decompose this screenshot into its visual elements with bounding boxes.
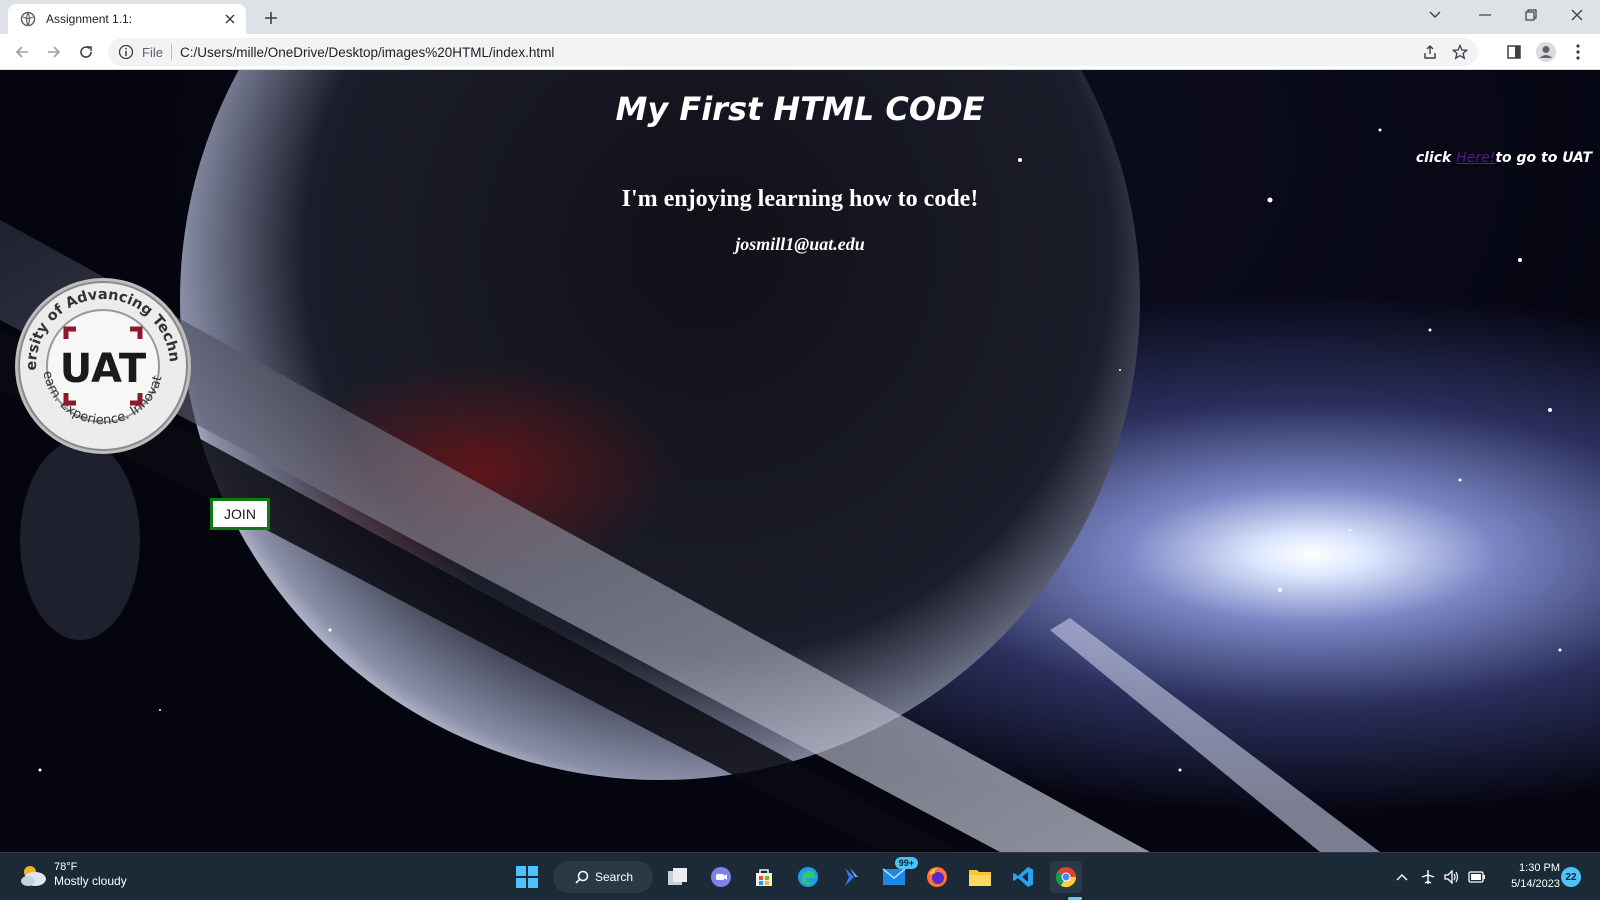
search-label: Search (595, 870, 634, 884)
omnibox-actions (1422, 43, 1469, 65)
uat-logo: University of Advancing Technology Learn… (14, 277, 191, 454)
cloudy-weather-icon (21, 865, 46, 886)
globe-icon (20, 11, 36, 27)
menu-kebab-icon[interactable] (1566, 40, 1590, 64)
back-arrow-icon[interactable] (10, 40, 34, 64)
tab-title: Assignment 1.1: (46, 12, 133, 26)
url-text[interactable]: C:/Users/mille/OneDrive/Desktop/images%2… (180, 45, 554, 60)
weather-description: Mostly cloudy (54, 874, 127, 888)
windows-taskbar: 78°F Mostly cloudy Search 99+ 1:30 PM 5/… (0, 852, 1600, 900)
forward-arrow-icon[interactable] (42, 40, 66, 64)
uat-here-link[interactable]: Here! (1456, 150, 1495, 166)
omnibox-divider (170, 44, 172, 60)
restore-button[interactable] (1508, 0, 1554, 30)
vscode-icon[interactable] (1007, 861, 1039, 893)
microsoft-store-icon[interactable] (748, 861, 780, 893)
firefox-icon[interactable] (921, 861, 953, 893)
info-icon[interactable] (118, 44, 134, 60)
logo-center-text: UAT (60, 346, 147, 392)
power-automate-icon[interactable] (835, 861, 867, 893)
volume-icon[interactable] (1442, 865, 1462, 889)
web-page-viewport: My First HTML CODE click Here!to go to U… (0, 70, 1600, 852)
system-clock[interactable]: 1:30 PM 5/14/2023 (1500, 862, 1560, 890)
share-icon[interactable] (1422, 44, 1438, 65)
notification-count-badge[interactable]: 22 (1561, 867, 1581, 887)
weather-widget[interactable]: 78°F Mostly cloudy (18, 861, 127, 888)
browser-tab[interactable]: Assignment 1.1: (8, 4, 246, 34)
uat-link-suffix: to go to UAT (1495, 150, 1592, 166)
side-panel-icon[interactable] (1502, 40, 1526, 64)
bookmark-star-icon[interactable] (1451, 43, 1469, 65)
search-icon (575, 870, 589, 884)
new-tab-button[interactable] (260, 7, 282, 29)
browser-toolbar: File C:/Users/mille/OneDrive/Desktop/ima… (0, 34, 1600, 70)
clock-date: 5/14/2023 (1511, 878, 1560, 890)
chrome-icon[interactable] (1050, 861, 1082, 893)
contact-email: josmill1@uat.edu (735, 234, 865, 254)
reload-icon[interactable] (74, 40, 98, 64)
weather-temperature: 78°F (54, 861, 78, 873)
page-title: My First HTML CODE (615, 90, 985, 128)
uat-link-line: click Here!to go to UAT (1416, 150, 1592, 166)
scheme-label: File (142, 44, 163, 60)
airplane-mode-icon[interactable] (1418, 865, 1438, 889)
windows-start-icon[interactable] (511, 861, 543, 893)
mail-badge: 99+ (894, 857, 918, 869)
profile-avatar-icon[interactable] (1534, 40, 1558, 64)
tab-search-chevron-icon[interactable] (1412, 0, 1458, 30)
clock-time: 1:30 PM (1519, 862, 1560, 874)
battery-icon[interactable] (1466, 865, 1488, 889)
file-explorer-icon[interactable] (964, 861, 996, 893)
teams-chat-icon[interactable] (705, 861, 737, 893)
close-tab-icon[interactable] (222, 11, 238, 27)
browser-tab-strip: Assignment 1.1: (0, 0, 1600, 34)
mail-icon[interactable]: 99+ (878, 857, 918, 893)
taskbar-search[interactable]: Search (553, 861, 653, 893)
page-subheading: I'm enjoying learning how to code! (621, 186, 979, 212)
show-hidden-icons-chevron-icon[interactable] (1392, 865, 1412, 889)
address-bar[interactable]: File C:/Users/mille/OneDrive/Desktop/ima… (108, 38, 1478, 66)
uat-link-prefix: click (1415, 150, 1457, 166)
join-button[interactable]: JOIN (210, 498, 270, 530)
close-window-button[interactable] (1554, 0, 1600, 30)
task-view-icon[interactable] (662, 861, 694, 893)
edge-browser-icon[interactable] (792, 861, 824, 893)
weather-text: 78°F Mostly cloudy (54, 861, 127, 888)
minimize-button[interactable] (1462, 0, 1508, 30)
